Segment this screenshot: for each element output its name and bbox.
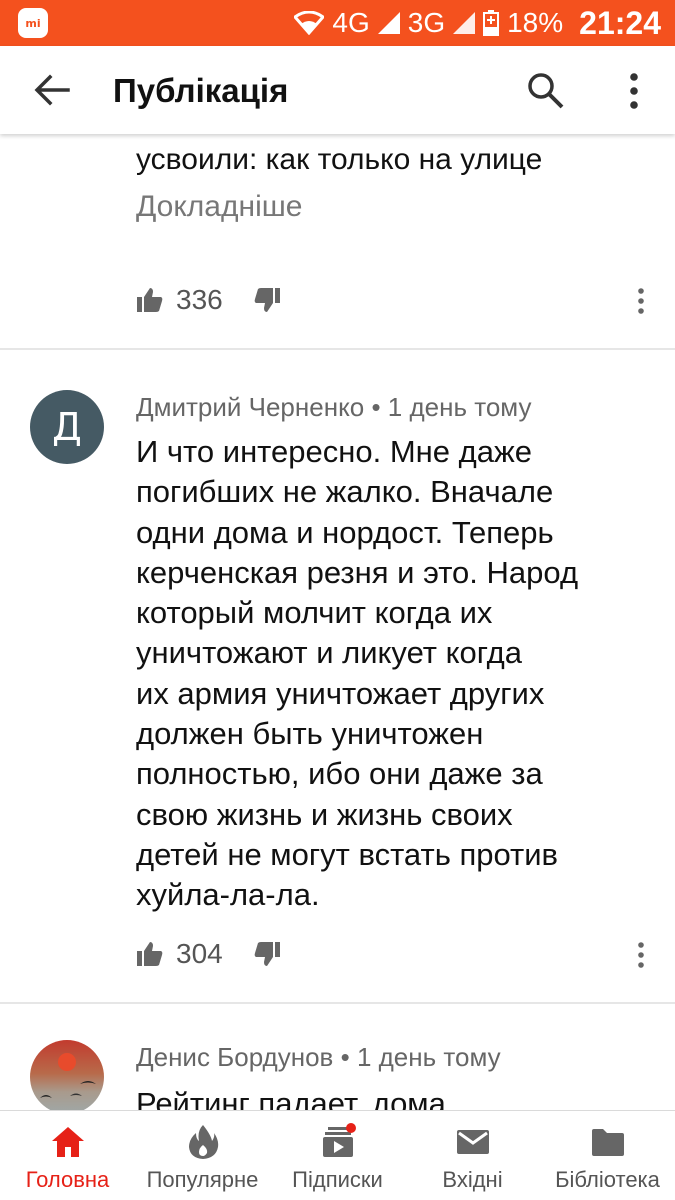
nav-label: Вхідні	[442, 1167, 503, 1192]
signal-icon-2	[453, 12, 476, 34]
like-count: 336	[176, 284, 223, 315]
nav-inbox[interactable]: Вхідні	[405, 1111, 540, 1200]
comment-time: 1 день тому	[387, 392, 532, 422]
thumb-up-icon[interactable]	[136, 940, 164, 968]
comment-meta: Дмитрий Черненко • 1 день тому	[136, 392, 531, 423]
comment-author[interactable]: Дмитрий Черненко	[136, 392, 364, 422]
comment-text: И что интересно. Мне даже погибших не жа…	[136, 434, 579, 913]
page-title: Публікація	[113, 72, 289, 109]
read-more-link[interactable]: Докладніше	[136, 190, 302, 224]
network-label-4g: 4G	[332, 7, 370, 38]
nav-label: Головна	[25, 1167, 110, 1192]
bottom-navigation: Головна Популярне Підписки Вхідні Бібліо…	[0, 1110, 675, 1200]
home-icon	[51, 1127, 84, 1157]
comment-more-icon[interactable]	[630, 940, 652, 970]
comment-text: Рейтинг падает, дома	[136, 1086, 446, 1110]
comment-time: 1 день тому	[356, 1042, 501, 1072]
status-indicators: 4G 3G 18% 21:24	[294, 0, 661, 46]
comment-more-icon[interactable]	[630, 286, 652, 316]
comment-actions: 304	[136, 938, 281, 970]
nav-label: Підписки	[292, 1167, 383, 1192]
divider	[0, 1002, 675, 1004]
divider	[0, 348, 675, 350]
comment-actions: 336	[136, 284, 281, 316]
thumb-down-icon[interactable]	[253, 286, 281, 314]
wifi-icon	[294, 11, 325, 35]
avatar[interactable]: Д	[30, 390, 104, 464]
comment-meta: Денис Бордунов • 1 день тому	[136, 1042, 501, 1073]
sunset-photo-image	[40, 1053, 96, 1098]
network-label-3g: 3G	[407, 7, 446, 38]
meta-separator: •	[371, 392, 381, 422]
comment-author[interactable]: Денис Бордунов	[136, 1042, 333, 1072]
avatar-letter: Д	[52, 405, 82, 449]
avatar-photo[interactable]	[30, 1040, 104, 1110]
app-bar: Публікація	[0, 46, 675, 134]
comments-list[interactable]: усвоили: как только на улице Докладніше …	[0, 134, 675, 1110]
thumb-up-icon[interactable]	[136, 286, 164, 314]
battery-level: 18%	[507, 7, 564, 38]
more-options-icon[interactable]	[616, 70, 652, 112]
signal-icon	[377, 12, 400, 34]
subscriptions-icon	[322, 1123, 356, 1157]
like-count: 304	[176, 938, 223, 969]
nav-subscriptions[interactable]: Підписки	[270, 1111, 405, 1200]
inbox-icon	[456, 1130, 489, 1154]
library-icon	[591, 1129, 624, 1156]
battery-charging-icon	[483, 10, 500, 36]
status-bar: mi 4G 3G 18% 21:24	[0, 0, 675, 46]
nav-library[interactable]: Бібліотека	[540, 1111, 675, 1200]
meta-separator: •	[340, 1042, 350, 1072]
back-arrow-icon[interactable]	[30, 68, 74, 112]
nav-label: Бібліотека	[555, 1167, 660, 1192]
comment-text-partial: усвоили: как только на улице	[136, 143, 543, 176]
flame-icon	[188, 1125, 218, 1159]
mi-notification-icon: mi	[18, 8, 48, 38]
nav-label: Популярне	[146, 1167, 259, 1192]
nav-home[interactable]: Головна	[0, 1111, 135, 1200]
search-icon[interactable]	[525, 70, 567, 112]
nav-trending[interactable]: Популярне	[135, 1111, 270, 1200]
clock: 21:24	[579, 4, 661, 41]
thumb-down-icon[interactable]	[253, 940, 281, 968]
